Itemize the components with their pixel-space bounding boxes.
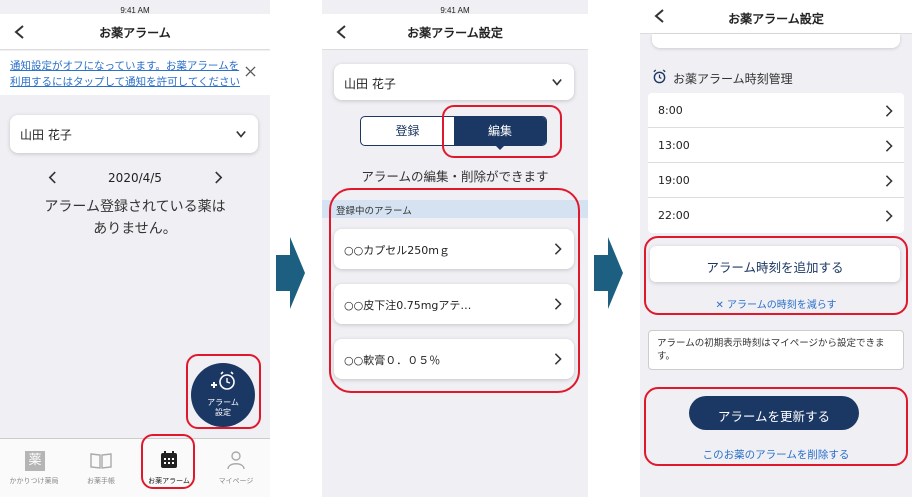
- alarm-item-2[interactable]: ○○皮下注0.75mgアテ…: [334, 284, 574, 324]
- calendar-icon: [161, 451, 177, 468]
- section-title: お薬アラーム時刻管理: [673, 72, 793, 86]
- empty-message-2: ありません。: [93, 221, 177, 237]
- time-list: 8:00 13:00 19:00 22:00: [648, 93, 904, 233]
- patient-select[interactable]: 山田 花子: [334, 64, 574, 100]
- patient-name: 山田 花子: [20, 128, 72, 142]
- segment-edit[interactable]: 編集: [454, 117, 546, 145]
- page-title: お薬アラーム設定: [728, 12, 824, 26]
- mode-segmented-control: 登録 編集: [360, 116, 547, 146]
- delete-alarm-link[interactable]: このお薬のアラームを削除する: [640, 447, 912, 462]
- info-box: アラームの初期表示時刻はマイページから設定できます。: [648, 330, 904, 370]
- reduce-alarm-time-link[interactable]: ✕ アラームの時刻を減らす: [640, 296, 912, 311]
- tab-mypage[interactable]: マイページ: [205, 443, 267, 497]
- alarm-item-3[interactable]: ○○軟膏０．０５％: [334, 339, 574, 379]
- notice-line-1: 通知設定がオフになっています。お薬アラームを: [10, 60, 240, 72]
- time-label: 13:00: [658, 139, 690, 152]
- tab-bar: 薬 かかりつけ薬局 お薬手帳 お薬アラーム マイページ: [0, 438, 270, 497]
- alarm-clock-icon: [211, 371, 235, 390]
- next-date-icon[interactable]: [214, 171, 223, 184]
- flow-arrow-2: [594, 237, 623, 309]
- alarm-settings-fab[interactable]: アラーム 設定: [191, 363, 255, 427]
- navbar: お薬アラーム設定: [640, 0, 912, 34]
- segment-register[interactable]: 登録: [361, 117, 454, 145]
- patient-name: 山田 花子: [344, 77, 396, 91]
- update-alarm-button[interactable]: アラームを更新する: [689, 396, 859, 430]
- section-header: 登録中のアラーム: [322, 200, 588, 218]
- empty-message-1: アラーム登録されている薬は: [44, 199, 226, 215]
- chevron-right-icon: [554, 298, 562, 310]
- add-alarm-time-label: アラーム時刻を追加する: [706, 260, 844, 275]
- chevron-right-icon: [885, 210, 893, 222]
- alarm-clock-icon: [653, 69, 666, 84]
- add-alarm-time-button[interactable]: アラーム時刻を追加する: [650, 246, 900, 282]
- tab-alarm[interactable]: お薬アラーム: [138, 443, 200, 497]
- edit-hint: アラームの編集・削除ができます: [361, 169, 549, 184]
- update-alarm-label: アラームを更新する: [717, 409, 831, 424]
- flow-arrow-1: [276, 237, 305, 309]
- alarm-item-label: ○○カプセル250mｇ: [344, 244, 450, 257]
- time-label: 19:00: [658, 174, 690, 187]
- tab-pharmacy[interactable]: 薬 かかりつけ薬局: [3, 443, 65, 497]
- patient-select[interactable]: 山田 花子: [10, 115, 258, 153]
- screen-alarm-settings-edit: 9:41 AM お薬アラーム設定 山田 花子 登録 編集 アラームの編集・削除が…: [322, 0, 588, 497]
- alarm-item-label: ○○皮下注0.75mgアテ…: [344, 299, 472, 312]
- chevron-down-icon: [236, 130, 246, 138]
- time-label: 22:00: [658, 209, 690, 222]
- navbar: お薬アラーム: [0, 14, 270, 50]
- time-row-2[interactable]: 13:00: [648, 128, 904, 163]
- chevron-right-icon: [885, 105, 893, 117]
- tab-notebook[interactable]: お薬手帳: [70, 443, 132, 497]
- section-title: 登録中のアラーム: [336, 206, 412, 217]
- previous-card-edge: [652, 34, 900, 48]
- time-row-4[interactable]: 22:00: [648, 198, 904, 233]
- notification-banner[interactable]: 通知設定がオフになっています。お薬アラームを 利用するにはタップして通知を許可し…: [0, 51, 270, 95]
- tab-alarm-label: お薬アラーム: [148, 477, 190, 485]
- navbar: お薬アラーム設定: [322, 14, 588, 50]
- chevron-right-icon: [885, 140, 893, 152]
- chevron-down-icon: [552, 78, 562, 86]
- time-label: 8:00: [658, 104, 683, 117]
- pharmacy-icon: 薬: [25, 451, 45, 471]
- tab-notebook-label: お薬手帳: [87, 477, 115, 485]
- person-icon: [227, 451, 245, 470]
- tab-pharmacy-label: かかりつけ薬局: [9, 477, 59, 485]
- date-label: 2020/4/5: [108, 171, 162, 185]
- segment-pointer: [495, 145, 505, 150]
- alarm-item-1[interactable]: ○○カプセル250mｇ: [334, 229, 574, 269]
- book-icon: [90, 453, 112, 469]
- page-title: お薬アラーム: [99, 26, 171, 40]
- notice-line-2: 利用するにはタップして通知を許可してください: [10, 76, 241, 88]
- chevron-right-icon: [554, 353, 562, 365]
- screen-alarm-list: 9:41 AM お薬アラーム 通知設定がオフになっています。お薬アラームを 利用…: [0, 0, 270, 497]
- close-icon[interactable]: [245, 66, 256, 77]
- alarm-item-label: ○○軟膏０．０５％: [344, 354, 441, 367]
- tab-mypage-label: マイページ: [218, 477, 254, 485]
- chevron-right-icon: [885, 175, 893, 187]
- screen-alarm-time-management: お薬アラーム設定 お薬アラーム時刻管理 8:00 13:00 19:00 22:…: [640, 0, 912, 497]
- fab-label-2: 設定: [215, 408, 231, 417]
- chevron-right-icon: [554, 243, 562, 255]
- info-text: アラームの初期表示時刻はマイページから設定できます。: [657, 338, 885, 362]
- page-title: お薬アラーム設定: [407, 26, 503, 40]
- time-row-3[interactable]: 19:00: [648, 163, 904, 198]
- time-row-1[interactable]: 8:00: [648, 93, 904, 128]
